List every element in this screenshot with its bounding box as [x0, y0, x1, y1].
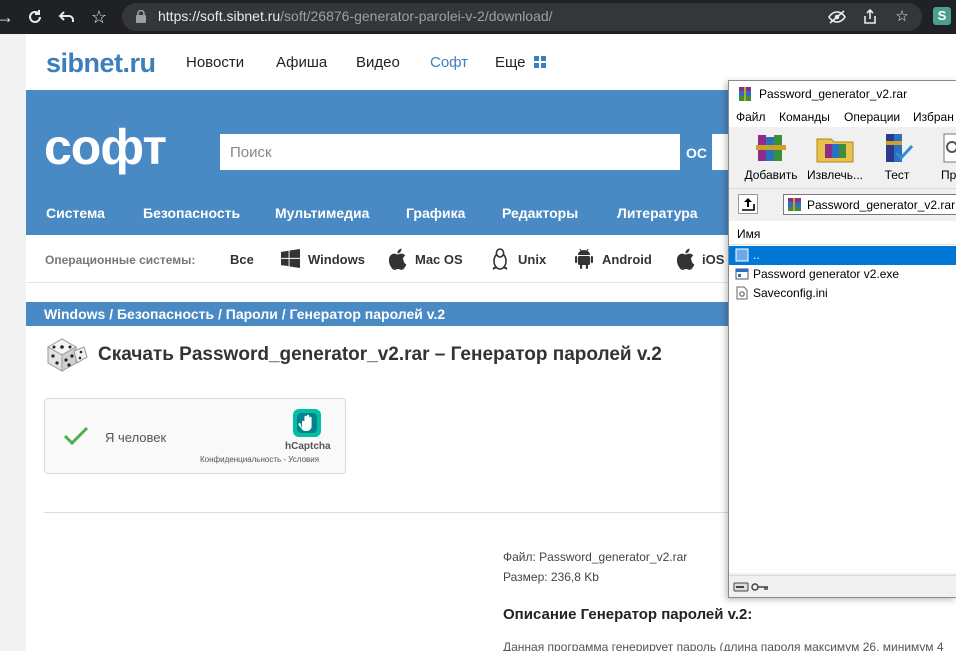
menu-commands[interactable]: Команды: [779, 110, 830, 124]
nav-news[interactable]: Новости: [186, 54, 244, 71]
category-literature[interactable]: Литература: [617, 205, 698, 221]
page-gutter: [0, 34, 26, 651]
extract-folder-icon: [816, 138, 854, 163]
linux-penguin-icon: [492, 248, 508, 270]
hcaptcha-logo-icon: [293, 409, 321, 437]
file-list: Имя .. Password generator v2.exe Savecon…: [729, 221, 956, 573]
toolbar-extract-button[interactable]: Извлечь...: [803, 131, 867, 187]
menu-favorites[interactable]: Избран: [913, 110, 954, 124]
settings-file-icon: [736, 286, 748, 300]
menu-operations[interactable]: Операции: [844, 110, 900, 124]
winrar-menubar: Файл Команды Операции Избран: [729, 107, 956, 127]
ios-apple-icon: [677, 248, 695, 270]
section-title: софт: [44, 119, 167, 175]
windows-icon: [281, 249, 300, 268]
address-bar[interactable]: https://soft.sibnet.ru/soft/26876-genera…: [122, 3, 922, 31]
browser-toolbar: → ☆ https://soft.sibnet.ru/soft/26876-ge…: [0, 0, 956, 34]
winrar-app-icon: [739, 87, 751, 101]
winrar-title: Password_generator_v2.rar: [759, 87, 908, 101]
os-macos[interactable]: Mac OS: [415, 252, 463, 267]
os-android[interactable]: Android: [602, 252, 652, 267]
os-windows[interactable]: Windows: [308, 252, 365, 267]
dice-icon: [46, 338, 88, 372]
page-title: Скачать Password_generator_v2.rar – Гене…: [98, 344, 662, 365]
reload-icon[interactable]: [22, 4, 48, 30]
star-icon[interactable]: ☆: [892, 7, 912, 27]
os-unix[interactable]: Unix: [518, 252, 546, 267]
archive-books-icon: [756, 135, 786, 161]
nav-afisha[interactable]: Афиша: [276, 54, 327, 71]
captcha-label: Я человек: [105, 430, 167, 445]
nav-soft[interactable]: Софт: [430, 54, 468, 71]
rar-file-icon: [788, 198, 801, 211]
test-archive-icon: [886, 134, 914, 162]
winrar-statusbar: [729, 575, 956, 597]
file-row-exe[interactable]: Password generator v2.exe: [729, 265, 956, 284]
key-icon: [751, 583, 768, 591]
category-graphics[interactable]: Графика: [406, 205, 465, 221]
column-header-name[interactable]: Имя: [729, 221, 956, 245]
captcha-brand: hCaptcha: [285, 441, 331, 452]
category-system[interactable]: Система: [46, 205, 105, 221]
toolbar-test-button[interactable]: Тест: [865, 131, 929, 187]
winrar-titlebar[interactable]: Password_generator_v2.rar: [729, 81, 956, 107]
nav-more[interactable]: Еще: [495, 54, 526, 71]
category-security[interactable]: Безопасность: [143, 205, 240, 221]
exe-file-icon: [735, 268, 749, 280]
eye-off-icon[interactable]: [827, 7, 847, 27]
toolbar-add-button[interactable]: Добавить: [739, 131, 803, 187]
hcaptcha-widget[interactable]: Я человек hCaptcha Конфиденциальность - …: [44, 398, 346, 474]
share-icon[interactable]: [860, 7, 880, 27]
apple-icon: [389, 248, 407, 270]
nav-video[interactable]: Видео: [356, 54, 400, 71]
extension-icon[interactable]: S: [933, 7, 951, 25]
file-row-ini[interactable]: Saveconfig.ini: [729, 284, 956, 303]
archive-path-field[interactable]: Password_generator_v2.rar -: [783, 194, 956, 215]
menu-file[interactable]: Файл: [736, 110, 766, 124]
category-editors[interactable]: Редакторы: [502, 205, 578, 221]
breadcrumb-text[interactable]: Windows / Безопасность / Пароли / Генера…: [44, 306, 445, 322]
apps-grid-icon[interactable]: [534, 56, 546, 68]
os-ios[interactable]: iOS: [702, 252, 724, 267]
archive-path-text: Password_generator_v2.rar -: [807, 198, 956, 212]
description-heading: Описание Генератор паролей v.2:: [503, 606, 753, 623]
lock-icon: [136, 10, 146, 23]
home-back-icon[interactable]: [54, 4, 80, 30]
android-icon: [575, 248, 593, 269]
search-input[interactable]: [220, 134, 680, 170]
drive-icon: [733, 582, 749, 592]
up-folder-button[interactable]: [738, 194, 758, 214]
winrar-toolbar: Добавить Извлечь... Тест Прос: [729, 127, 956, 189]
bookmark-star-icon[interactable]: ☆: [86, 4, 112, 30]
winrar-window: Password_generator_v2.rar Файл Команды О…: [728, 80, 956, 598]
os-filter-label: ОС: [686, 145, 707, 161]
category-multimedia[interactable]: Мультимедиа: [275, 205, 369, 221]
url-text: https://soft.sibnet.ru/soft/26876-genera…: [158, 8, 553, 24]
up-arrow-icon: [742, 198, 755, 211]
captcha-links[interactable]: Конфиденциальность - Условия: [200, 455, 319, 464]
os-all[interactable]: Все: [230, 252, 254, 267]
checkmark-icon[interactable]: [63, 425, 89, 447]
file-row-parent[interactable]: ..: [729, 246, 956, 265]
os-bar-label: Операционные системы:: [45, 253, 196, 267]
description-text: Данная программа генерирует пароль (длин…: [503, 640, 944, 651]
parent-folder-icon: [735, 248, 749, 262]
winrar-pathbar: Password_generator_v2.rar -: [729, 191, 956, 217]
site-logo[interactable]: sibnet.ru: [46, 48, 156, 79]
divider: [44, 512, 734, 513]
file-name: Файл: Password_generator_v2.rar: [503, 550, 688, 564]
toolbar-view-button[interactable]: Прос: [923, 131, 956, 187]
forward-arrow-icon[interactable]: →: [0, 4, 18, 30]
view-glasses-icon: [943, 133, 956, 163]
file-size: Размер: 236,8 Kb: [503, 570, 599, 584]
